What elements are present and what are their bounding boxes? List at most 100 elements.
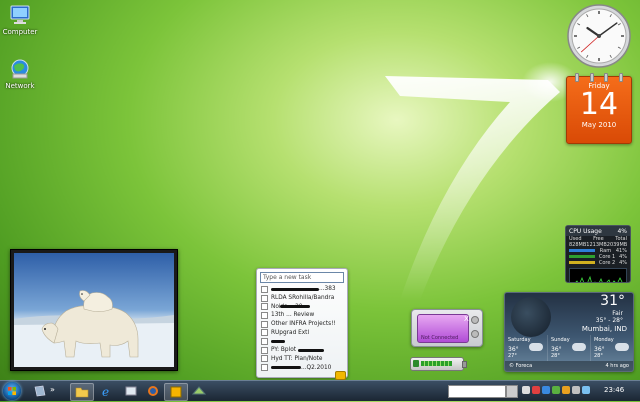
start-button[interactable]	[3, 382, 21, 400]
task-item[interactable]: RLDA SRohilla/Bandra	[257, 294, 347, 303]
weather-updated: 4 hrs ago	[605, 363, 630, 369]
task-checkbox[interactable]	[261, 303, 268, 311]
cpu-meter-gadget[interactable]: CPU Usage 4% Used Free Total 828MB 1213M…	[565, 225, 631, 283]
task-checkbox[interactable]	[261, 311, 268, 319]
core1-bar	[569, 255, 595, 258]
task-item[interactable]: PY: Bplot	[257, 346, 347, 355]
quicklaunch-icon[interactable]	[33, 383, 47, 399]
cpu-value-used: 828MB	[569, 242, 587, 248]
task-item[interactable]	[257, 337, 347, 346]
moon-icon	[511, 297, 551, 337]
task-checkbox[interactable]	[261, 285, 268, 293]
core2-bar	[569, 261, 595, 264]
task-list-gadget[interactable]: Type a new task ...383 RLDA SRohilla/Ban…	[256, 268, 348, 380]
taskbar-search-input[interactable]	[448, 385, 506, 398]
weather-condition: Fair	[612, 310, 623, 317]
task-text: 13th ... Review	[271, 312, 315, 319]
battery-gadget[interactable]	[410, 357, 467, 371]
desktop-icon-label: Computer	[2, 28, 38, 36]
task-text: Other INFRA Projects!!	[271, 321, 336, 328]
weather-provider[interactable]: © Foreca	[509, 363, 532, 369]
network-button[interactable]	[471, 316, 479, 324]
task-checkbox[interactable]	[261, 337, 268, 345]
task-text: RUpgrad Extl	[271, 329, 310, 336]
task-text: PY: Bplot	[271, 347, 297, 354]
taskbar-explorer[interactable]	[70, 383, 94, 401]
task-checkbox[interactable]	[261, 346, 268, 354]
task-checkbox[interactable]	[261, 320, 268, 328]
taskbar-clock[interactable]: 23:46	[604, 386, 624, 394]
search-go-icon[interactable]	[506, 385, 518, 398]
task-item[interactable]: ...Q2.2010	[257, 363, 347, 372]
app-icon	[191, 386, 207, 395]
weather-gadget[interactable]: 31° Fair 35° - 28° Mumbai, IND Saturday …	[504, 292, 634, 372]
task-item[interactable]: 13th ... Review	[257, 311, 347, 320]
battery-level-fill	[421, 361, 452, 366]
core2-label: Core 2	[598, 260, 616, 266]
network-icon	[11, 59, 29, 79]
taskbar-firefox[interactable]	[142, 383, 164, 399]
network-screen: Not Connected	[417, 314, 469, 343]
forecast-low: 27°	[508, 353, 517, 359]
task-item[interactable]: ...383	[257, 285, 347, 294]
power-plug-icon	[413, 360, 419, 367]
calendar-gadget[interactable]: Friday 14 May 2010	[566, 73, 632, 144]
task-item[interactable]: Noida ...20	[257, 302, 347, 311]
task-text: RLDA SRohilla/Bandra	[271, 295, 335, 302]
tray-icon[interactable]	[552, 386, 560, 394]
slideshow-gadget[interactable]	[10, 249, 178, 371]
taskbar-app[interactable]	[120, 383, 142, 399]
redaction-scribble	[280, 305, 311, 309]
task-checkbox[interactable]	[261, 355, 268, 363]
new-task-input[interactable]: Type a new task	[260, 272, 344, 283]
clock-gadget[interactable]	[566, 3, 632, 69]
weather-temperature: 31°	[600, 293, 625, 309]
task-item[interactable]: Other INFRA Projects!!	[257, 320, 347, 329]
redaction-scribble	[271, 339, 285, 343]
taskbar-outlook[interactable]	[164, 383, 188, 401]
desktop-icon-network[interactable]: Network	[0, 58, 40, 90]
tray-icon[interactable]	[532, 386, 540, 394]
task-item[interactable]: Hyd TT: Plan/Note	[257, 355, 347, 364]
disconnected-x-icon: X	[464, 315, 469, 323]
network-button[interactable]	[471, 330, 479, 338]
tray-icon[interactable]	[542, 386, 550, 394]
cpu-title: CPU Usage	[569, 228, 602, 235]
forecast-low: 28°	[594, 353, 603, 359]
notes-envelope-icon[interactable]	[335, 371, 346, 380]
task-item[interactable]: RUpgrad Extl	[257, 328, 347, 337]
cloud-icon	[615, 343, 629, 351]
redaction-scribble	[298, 348, 325, 352]
tray-icon[interactable]	[562, 386, 570, 394]
calendar-date: 14	[579, 87, 619, 122]
forecast-day-name: Sunday	[551, 337, 570, 343]
battery-tip	[462, 361, 467, 368]
forecast-day: Sunday 36° 28°	[548, 335, 591, 361]
redaction-scribble	[271, 366, 301, 370]
task-checkbox[interactable]	[261, 294, 268, 302]
network-tray-icon[interactable]	[572, 386, 580, 394]
ram-bar	[569, 249, 595, 252]
network-meter-gadget[interactable]: Not Connected X	[411, 309, 483, 347]
volume-tray-icon[interactable]	[582, 386, 590, 394]
weather-city: Mumbai, IND	[581, 325, 627, 333]
task-text: Hyd TT: Plan/Note	[271, 355, 323, 362]
app-icon	[125, 386, 137, 396]
forecast-day-name: Monday	[594, 337, 614, 343]
quicklaunch-overflow[interactable]: »	[50, 385, 55, 394]
computer-icon	[10, 5, 30, 24]
forecast-day: Monday 36° 28°	[591, 335, 633, 361]
task-checkbox[interactable]	[261, 329, 268, 337]
slideshow-image	[14, 253, 174, 367]
task-text: ...383	[319, 286, 336, 293]
desktop-icon-computer[interactable]: Computer	[0, 4, 40, 36]
cpu-graph	[569, 268, 627, 282]
task-checkbox[interactable]	[261, 364, 268, 372]
forecast-low: 28°	[551, 353, 560, 359]
taskbar-app[interactable]	[188, 383, 210, 399]
weather-forecast: Saturday 36° 27° Sunday 36° 28° Monday 3…	[505, 335, 633, 361]
tray-icon[interactable]	[522, 386, 530, 394]
desktop-icon-label: Network	[5, 82, 35, 90]
taskbar-internet-explorer[interactable]: e	[96, 383, 118, 399]
weather-range: 35° - 28°	[595, 317, 623, 324]
